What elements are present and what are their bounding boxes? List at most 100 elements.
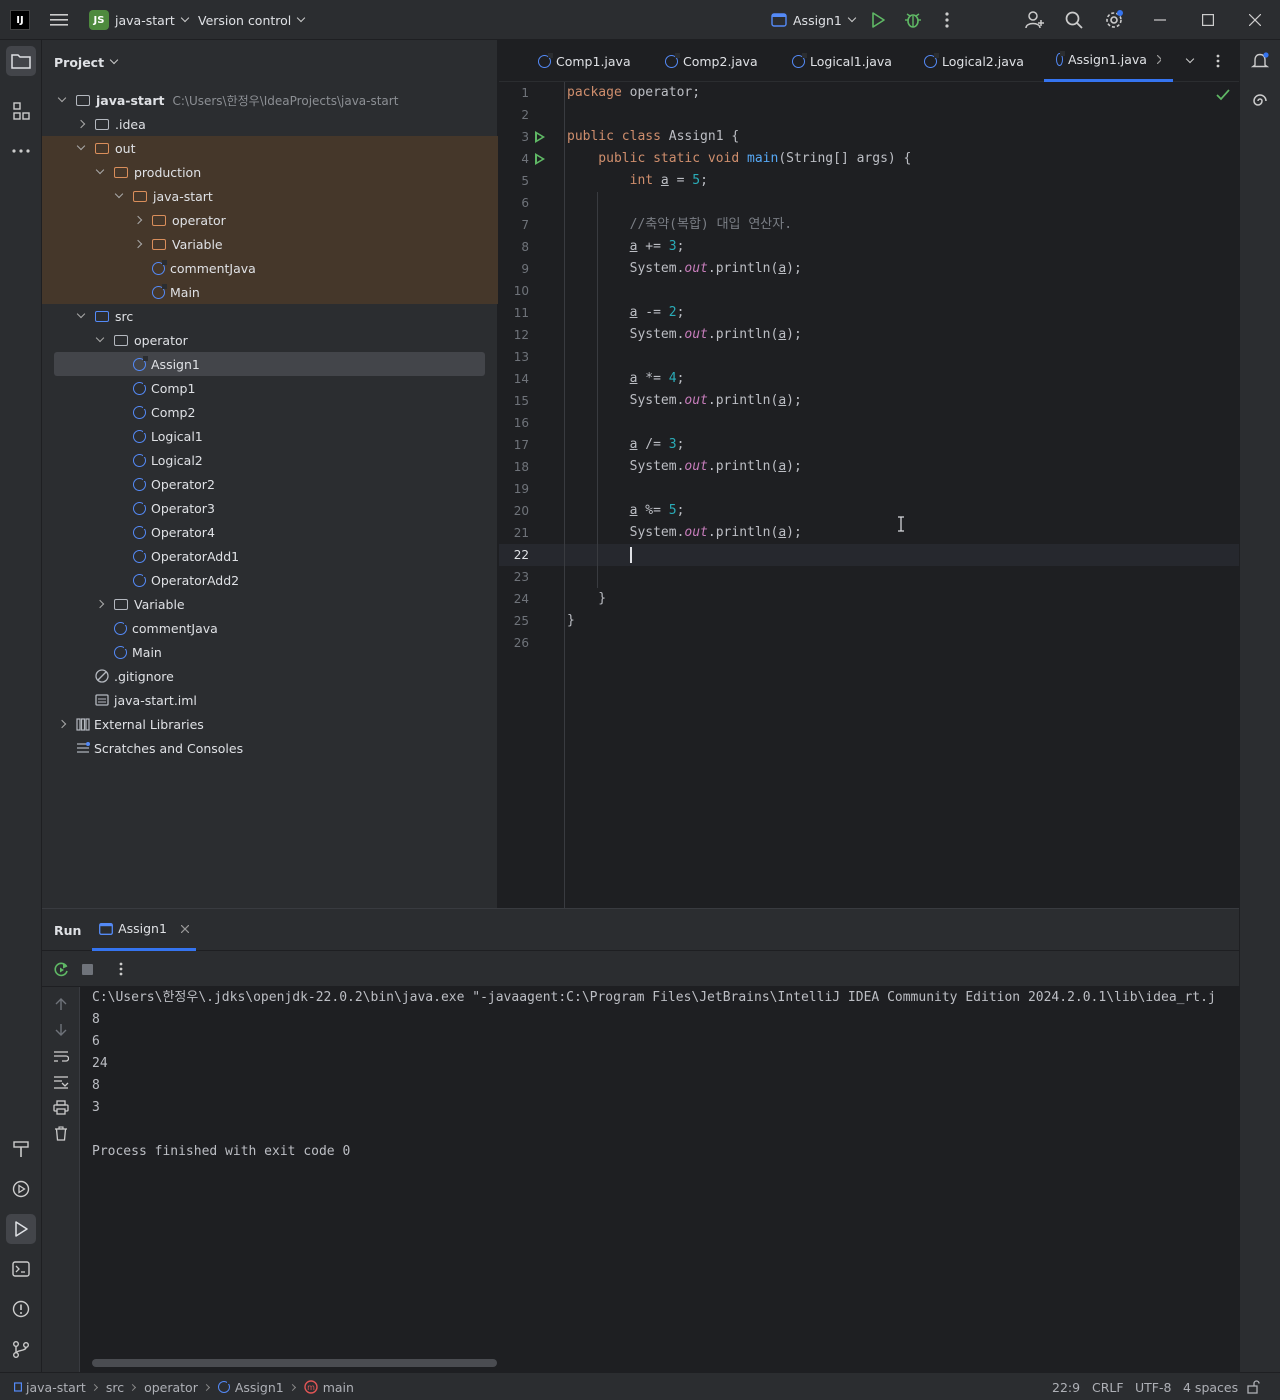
rerun-icon[interactable] [54, 962, 69, 977]
settings-button[interactable] [1104, 0, 1124, 40]
tree-row-src-commentjava[interactable]: commentJava [42, 616, 498, 640]
tree-row-out-variable[interactable]: Variable [42, 232, 498, 256]
tree-row-logical2[interactable]: Logical2 [42, 448, 498, 472]
build-tool-button[interactable] [6, 1134, 36, 1164]
tree-row-out[interactable]: out [42, 136, 498, 160]
indent-setting[interactable]: 4 spaces [1183, 1373, 1238, 1400]
run-tool-button[interactable] [6, 1214, 36, 1244]
tree-row-out-operator[interactable]: operator [42, 208, 498, 232]
debug-button[interactable] [904, 0, 922, 40]
tab-list-button[interactable] [1185, 40, 1195, 82]
arrow-down-icon[interactable] [54, 1023, 68, 1037]
line-number[interactable]: 22 [499, 544, 529, 566]
tab-comp2[interactable]: Comp2.java [665, 40, 758, 82]
minimize-button[interactable] [1154, 0, 1166, 40]
line-number[interactable]: 24 [499, 588, 529, 610]
line-number[interactable]: 9 [499, 258, 529, 280]
project-panel-header[interactable]: Project [54, 40, 119, 84]
tree-row-package-operator[interactable]: operator [42, 328, 498, 352]
line-number[interactable]: 18 [499, 456, 529, 478]
breadcrumb-method[interactable]: main [323, 1380, 354, 1395]
tree-row-operator4[interactable]: Operator4 [42, 520, 498, 544]
tree-row-external-libraries[interactable]: External Libraries [42, 712, 498, 736]
problems-tool-button[interactable] [6, 1294, 36, 1324]
code-with-me-button[interactable] [1025, 0, 1045, 40]
tab-logical1[interactable]: Logical1.java [792, 40, 892, 82]
file-encoding[interactable]: UTF-8 [1135, 1373, 1171, 1400]
run-config-selector[interactable]: Assign1 [771, 0, 857, 40]
line-number[interactable]: 25 [499, 610, 529, 632]
maximize-button[interactable] [1202, 0, 1214, 40]
line-number[interactable]: 8 [499, 236, 529, 258]
line-number[interactable]: 14 [499, 368, 529, 390]
line-number[interactable]: 16 [499, 412, 529, 434]
line-number[interactable]: 26 [499, 632, 529, 654]
tree-row-root[interactable]: java-start C:\Users\한정우\IdeaProjects\jav… [42, 88, 498, 112]
project-switcher[interactable]: JS java-start [89, 0, 190, 40]
tab-assign1[interactable]: Assign1.java [1044, 40, 1173, 82]
line-number[interactable]: 7 [499, 214, 529, 236]
scroll-to-end-icon[interactable] [53, 1075, 69, 1089]
run-gutter-icon[interactable] [535, 131, 545, 143]
tree-row-comp2[interactable]: Comp2 [42, 400, 498, 424]
run-tab-assign1[interactable]: Assign1 [92, 909, 196, 951]
intellij-logo-icon[interactable]: IJ [10, 10, 30, 30]
line-number[interactable]: 21 [499, 522, 529, 544]
tree-row-src-main[interactable]: Main [42, 640, 498, 664]
breadcrumb-package[interactable]: operator [144, 1380, 198, 1395]
tree-row-assign1[interactable]: Assign1 [54, 352, 485, 376]
line-number[interactable]: 23 [499, 566, 529, 588]
tree-row-idea[interactable]: .idea [42, 112, 498, 136]
code-editor[interactable]: 1 2 3 4 5 6 7 8 9 10 11 12 13 14 15 16 17 18 19 20 21 22 23 24 2… [499, 82, 1239, 908]
tree-row-operatoradd2[interactable]: OperatorAdd2 [42, 568, 498, 592]
tree-row-gitignore[interactable]: .gitignore [42, 664, 498, 688]
git-tool-button[interactable] [6, 1334, 36, 1364]
search-everywhere-button[interactable] [1065, 0, 1083, 40]
breadcrumb-project[interactable]: java-start [26, 1380, 86, 1395]
more-tools-button[interactable] [6, 136, 36, 166]
line-number[interactable]: 1 [499, 82, 529, 104]
run-button[interactable] [871, 0, 885, 40]
tree-row-comp1[interactable]: Comp1 [42, 376, 498, 400]
stop-icon[interactable] [82, 964, 93, 975]
services-tool-button[interactable] [6, 1174, 36, 1204]
trash-icon[interactable] [54, 1126, 68, 1141]
horizontal-scrollbar[interactable] [92, 1359, 497, 1367]
line-number[interactable]: 4 [499, 148, 529, 170]
line-number[interactable]: 19 [499, 478, 529, 500]
line-separator[interactable]: CRLF [1092, 1373, 1124, 1400]
tree-row-scratches[interactable]: Scratches and Consoles [42, 736, 498, 760]
line-number[interactable]: 11 [499, 302, 529, 324]
checkmark-icon[interactable] [1216, 89, 1230, 101]
tree-row-logical1[interactable]: Logical1 [42, 424, 498, 448]
line-number[interactable]: 20 [499, 500, 529, 522]
project-tool-button[interactable] [6, 46, 36, 76]
line-number[interactable]: 2 [499, 104, 529, 126]
tree-row-src[interactable]: src [42, 304, 498, 328]
caret-position[interactable]: 22:9 [1052, 1373, 1080, 1400]
line-number[interactable]: 13 [499, 346, 529, 368]
vcs-menu[interactable]: Version control [198, 0, 306, 40]
tree-row-iml[interactable]: java-start.iml [42, 688, 498, 712]
more-actions-button[interactable] [944, 0, 950, 40]
line-number[interactable]: 17 [499, 434, 529, 456]
ai-assistant-button[interactable] [1245, 86, 1275, 116]
tab-options-button[interactable] [1215, 40, 1221, 82]
tree-row-production[interactable]: production [42, 160, 498, 184]
tab-logical2[interactable]: Logical2.java [924, 40, 1024, 82]
notifications-button[interactable] [1245, 46, 1275, 76]
close-window-button[interactable] [1249, 0, 1261, 40]
main-menu-button[interactable] [50, 0, 68, 40]
tab-comp1[interactable]: Comp1.java [538, 40, 631, 82]
tree-row-out-main[interactable]: Main [42, 280, 498, 304]
soft-wrap-icon[interactable] [53, 1049, 69, 1063]
tree-row-operator3[interactable]: Operator3 [42, 496, 498, 520]
close-icon[interactable] [180, 924, 189, 933]
close-icon[interactable] [1156, 55, 1161, 64]
breadcrumb-src[interactable]: src [106, 1380, 124, 1395]
arrow-up-icon[interactable] [54, 997, 68, 1011]
line-number[interactable]: 5 [499, 170, 529, 192]
breadcrumb-class[interactable]: Assign1 [235, 1380, 284, 1395]
print-icon[interactable] [53, 1100, 69, 1115]
tree-row-out-commentjava[interactable]: commentJava [42, 256, 498, 280]
